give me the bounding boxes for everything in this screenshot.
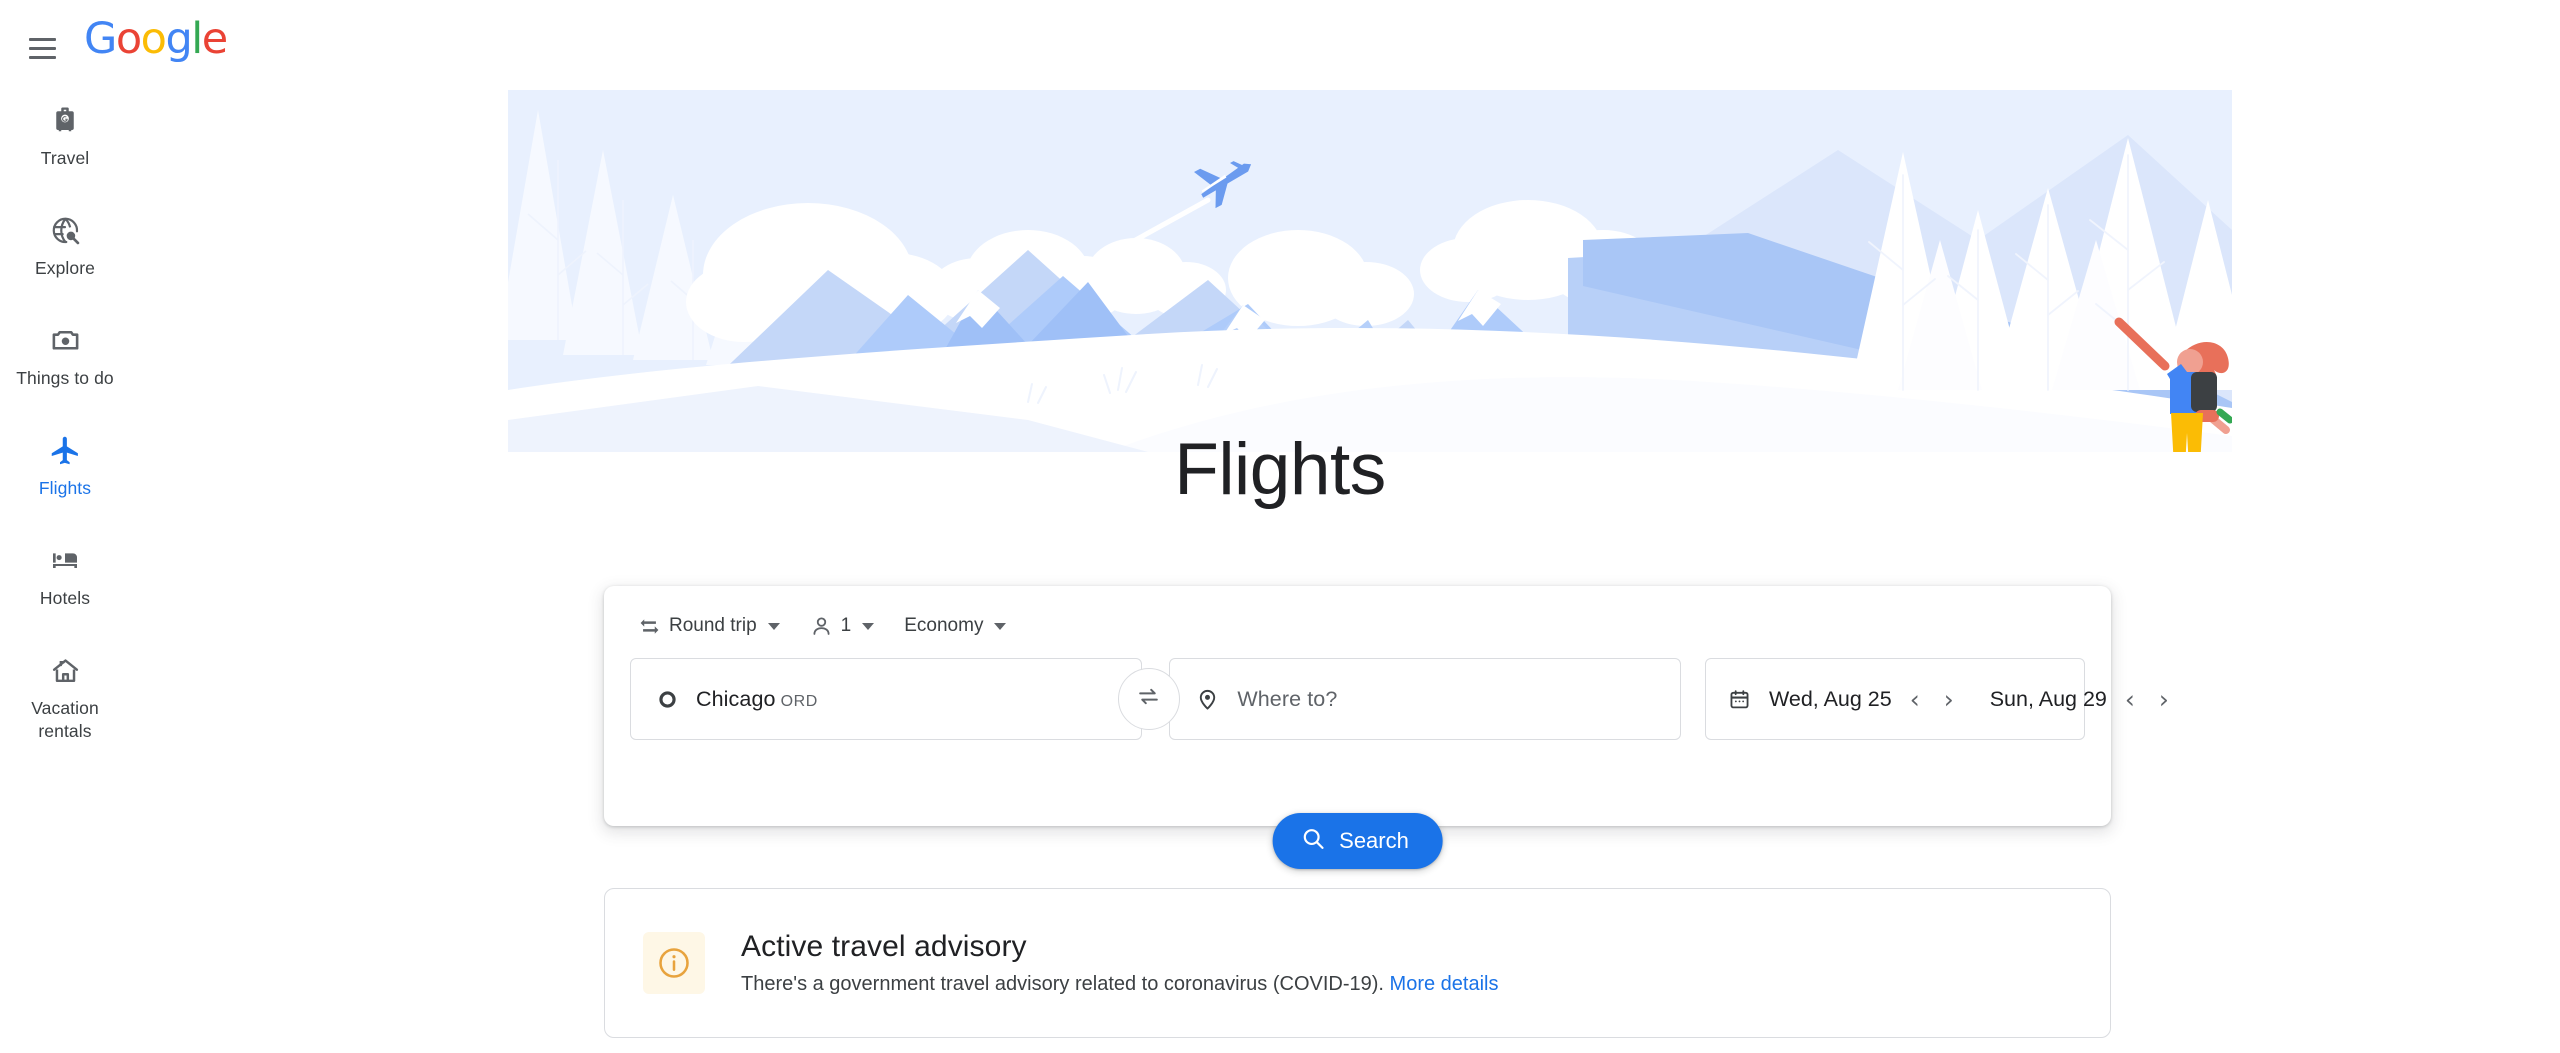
page-title: Flights [1174,429,1386,510]
sidebar-item-things-to-do[interactable]: Things to do [0,312,130,398]
calendar-icon [1728,688,1751,711]
search-button[interactable]: Search [1272,813,1443,869]
sidebar-item-label: Explore [34,258,96,278]
hamburger-bar [28,46,56,50]
departure-next-day-button[interactable]: › [1932,682,1966,716]
travel-advisory-card: Active travel advisory There's a governm… [604,888,2111,1038]
sidebar-item-label: Vacation rentals [31,698,99,741]
advisory-body: There's a government travel advisory rel… [741,971,1498,998]
advisory-text-block: Active travel advisory There's a governm… [741,928,1498,998]
trip-type-dropdown[interactable]: Round trip [630,604,788,648]
hamburger-bar [28,55,56,59]
return-date-arrows: ‹ › [2113,682,2181,716]
google-logo[interactable]: Google [84,18,228,61]
sidebar-item-label: Hotels [39,588,91,608]
circle-outline-icon [657,689,678,710]
bed-icon [43,538,87,582]
destination-placeholder: Where to? [1237,686,1338,711]
sidebar-nav: Travel Explore Things to do Flights Hote… [0,92,130,1053]
search-options-row: Round trip 1 Economy [630,600,1014,652]
cabin-class-label: Economy [904,615,984,636]
airplane-icon [43,428,87,472]
passenger-count-dropdown[interactable]: 1 [802,604,883,648]
hero-banner-illustration [508,90,2232,452]
swap-origin-destination-button[interactable] [1117,668,1180,730]
origin-input[interactable]: Chicago ORD [630,658,1142,740]
sidebar-item-hotels[interactable]: Hotels [0,532,130,618]
chevron-down-icon [862,622,875,630]
advisory-body-text: There's a government travel advisory rel… [741,973,1384,995]
sidebar-item-label: Flights [38,478,92,498]
location-pin-icon [1196,688,1219,711]
departure-date-group[interactable]: Wed, Aug 25 ‹ › [1769,682,1966,716]
advisory-more-details-link[interactable]: More details [1390,973,1499,995]
sidebar-item-vacation-rentals[interactable]: Vacation rentals [0,642,130,751]
sidebar-item-explore[interactable]: Explore [0,202,130,288]
globe-search-icon [43,208,87,252]
info-circle-icon [643,932,705,994]
flight-search-card: Round trip 1 Economy Chicago ORD Where t… [604,586,2169,869]
destination-input[interactable]: Where to? [1169,658,1681,740]
sidebar-item-travel[interactable]: Travel [0,92,130,178]
search-fields-row: Chicago ORD Where to? Wed, Aug 25 ‹ › Su… [630,658,2169,740]
passenger-count-label: 1 [840,615,852,636]
date-range-input[interactable]: Wed, Aug 25 ‹ › Sun, Aug 29 ‹ › [1704,658,2169,740]
chevron-down-icon [767,622,780,630]
swap-arrows-icon [1136,684,1161,714]
departure-date-arrows: ‹ › [1898,682,1966,716]
camera-icon [43,318,87,362]
origin-city: Chicago [696,686,776,711]
advisory-title: Active travel advisory [741,930,1027,963]
departure-prev-day-button[interactable]: ‹ [1898,682,1932,716]
hamburger-bar [28,37,56,41]
origin-iata: ORD [780,692,818,710]
return-next-day-button[interactable]: › [2147,682,2181,716]
hero-svg [508,90,2232,452]
person-icon [810,615,833,638]
search-button-label: Search [1339,828,1409,853]
swap-horiz-icon [638,615,661,638]
chevron-down-icon [994,622,1007,630]
suitcase-icon [43,98,87,142]
return-date-group[interactable]: Sun, Aug 29 ‹ › [1990,682,2181,716]
top-bar: Google [0,0,2560,92]
swap-wrapper [1117,658,1180,740]
house-icon [43,648,87,692]
return-date-value: Sun, Aug 29 [1989,686,2107,711]
origin-value-wrap: Chicago ORD [696,687,818,712]
cabin-class-dropdown[interactable]: Economy [896,604,1014,648]
sidebar-item-label: Travel [40,148,90,168]
trip-type-label: Round trip [669,615,757,636]
search-icon [1300,826,1325,857]
return-prev-day-button[interactable]: ‹ [2113,682,2147,716]
hamburger-menu-icon[interactable] [18,24,66,72]
departure-date-value: Wed, Aug 25 [1768,686,1892,711]
sidebar-item-flights[interactable]: Flights [0,422,130,508]
sidebar-item-label: Things to do [16,368,114,388]
